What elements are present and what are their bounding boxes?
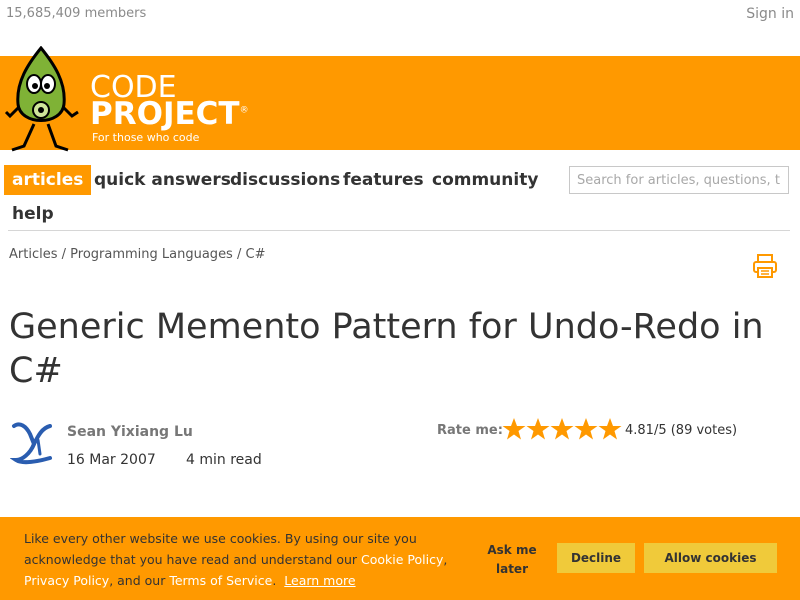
cookie-text-part: , and our (109, 573, 170, 588)
nav-help[interactable]: help (12, 204, 54, 224)
logo-word-project: PROJECT® (90, 96, 249, 132)
star-icon[interactable] (598, 417, 622, 441)
nav-discussions[interactable]: discussions (230, 170, 340, 190)
cookie-banner: Like every other website we use cookies.… (0, 517, 800, 600)
cookie-message: Like every other website we use cookies.… (24, 528, 474, 591)
breadcrumb-csharp[interactable]: C# (246, 247, 266, 262)
top-bar: 15,685,409 members Sign in (0, 0, 800, 28)
privacy-policy-link[interactable]: Privacy Policy (24, 573, 109, 588)
breadcrumb-programming-languages[interactable]: Programming Languages (70, 247, 233, 262)
breadcrumb: Articles / Programming Languages / C# (9, 247, 266, 262)
search-input[interactable] (569, 166, 789, 194)
author-avatar[interactable] (10, 420, 56, 466)
star-icon[interactable] (550, 417, 574, 441)
learn-more-link[interactable]: Learn more (284, 573, 355, 588)
cookie-text-part: . (272, 573, 277, 588)
terms-of-service-link[interactable]: Terms of Service (169, 573, 272, 588)
sign-in-link[interactable]: Sign in (746, 6, 794, 22)
rate-me-label: Rate me: (437, 423, 503, 438)
registered-mark: ® (239, 105, 249, 116)
breadcrumb-separator: / (236, 247, 242, 262)
member-count: 15,685,409 members (6, 6, 147, 21)
star-icon[interactable] (526, 417, 550, 441)
cookie-text-part: , (443, 552, 448, 567)
logo-tagline: For those who code (92, 131, 200, 144)
decline-cookies-button[interactable]: Decline (557, 543, 635, 573)
ask-me-later-button[interactable]: Ask me later (483, 541, 541, 579)
nav-features[interactable]: features (343, 170, 424, 190)
nav-community[interactable]: community (432, 170, 538, 190)
read-time: 4 min read (186, 452, 262, 468)
allow-cookies-button[interactable]: Allow cookies (644, 543, 777, 573)
article-title: Generic Memento Pattern for Undo-Redo in… (9, 307, 764, 391)
cookie-text-part: Like every other website we use cookies.… (24, 531, 417, 567)
rating-stars[interactable] (502, 417, 622, 441)
print-icon[interactable] (752, 253, 778, 279)
star-icon[interactable] (574, 417, 598, 441)
nav-divider (8, 230, 790, 231)
cookie-policy-link[interactable]: Cookie Policy (361, 552, 443, 567)
author-name[interactable]: Sean Yixiang Lu (67, 424, 193, 440)
nav-quick-answers[interactable]: quick answers (94, 170, 231, 190)
breadcrumb-separator: / (61, 247, 67, 262)
breadcrumb-articles[interactable]: Articles (9, 247, 57, 262)
nav-articles[interactable]: articles (4, 165, 92, 195)
star-icon[interactable] (502, 417, 526, 441)
publish-date: 16 Mar 2007 (67, 452, 156, 468)
rating-summary: 4.81/5 (89 votes) (625, 423, 738, 438)
